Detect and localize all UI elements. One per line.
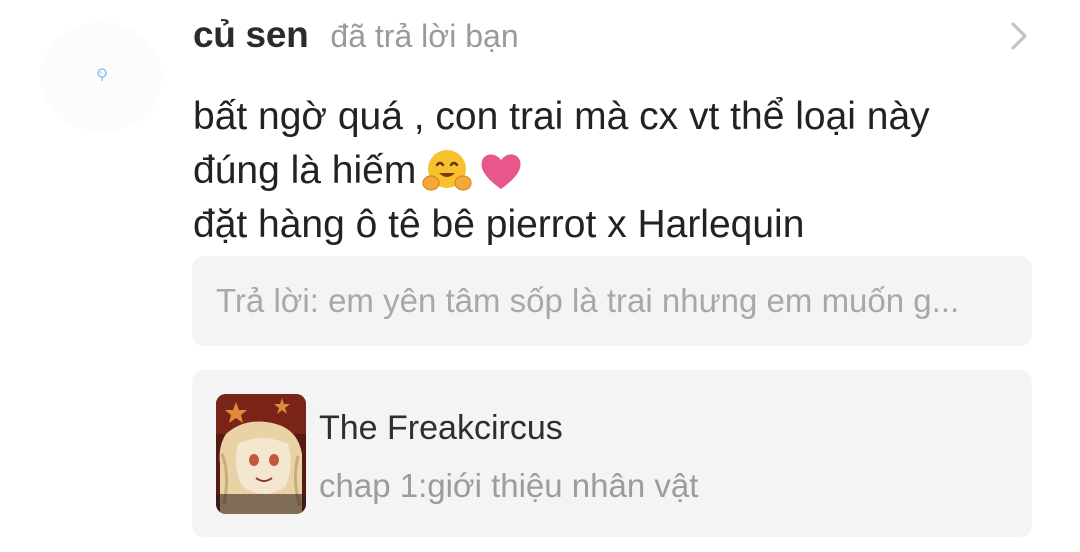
action-text: đã trả lời bạn [330, 18, 519, 54]
comment-line-text: đúng là hiếm [193, 149, 417, 192]
story-cover-image [216, 394, 306, 514]
reply-preview[interactable]: Trả lời: em yên tâm sốp là trai nhưng em… [192, 256, 1032, 346]
comment-line: đúng là hiếm [193, 144, 1033, 198]
reply-preview-text: Trả lời: em yên tâm sốp là trai nhưng em… [216, 282, 960, 319]
chevron-right-icon[interactable] [1004, 18, 1034, 54]
story-card[interactable]: The Freakcircus chap 1:giới thiệu nhân v… [192, 370, 1032, 537]
story-chapter: chap 1:giới thiệu nhân vật [319, 467, 699, 504]
reply-notification[interactable]: củ sen đã trả lời bạn bất ngờ quá , con … [0, 0, 1080, 552]
hugging-face-emoji [422, 150, 472, 191]
story-title: The Freakcircus [319, 409, 563, 447]
username[interactable]: củ sen [193, 14, 309, 56]
comment-line: bất ngờ quá , con trai mà cx vt thể loại… [193, 95, 930, 138]
avatar-placeholder-icon [97, 68, 107, 81]
notification-header: củ sen đã trả lời bạn [193, 14, 519, 62]
comment-body: bất ngờ quá , con trai mà cx vt thể loại… [193, 90, 1033, 252]
comment-line: đặt hàng ô tê bê pierrot x Harlequin [193, 203, 805, 246]
heart-emoji [481, 154, 521, 189]
